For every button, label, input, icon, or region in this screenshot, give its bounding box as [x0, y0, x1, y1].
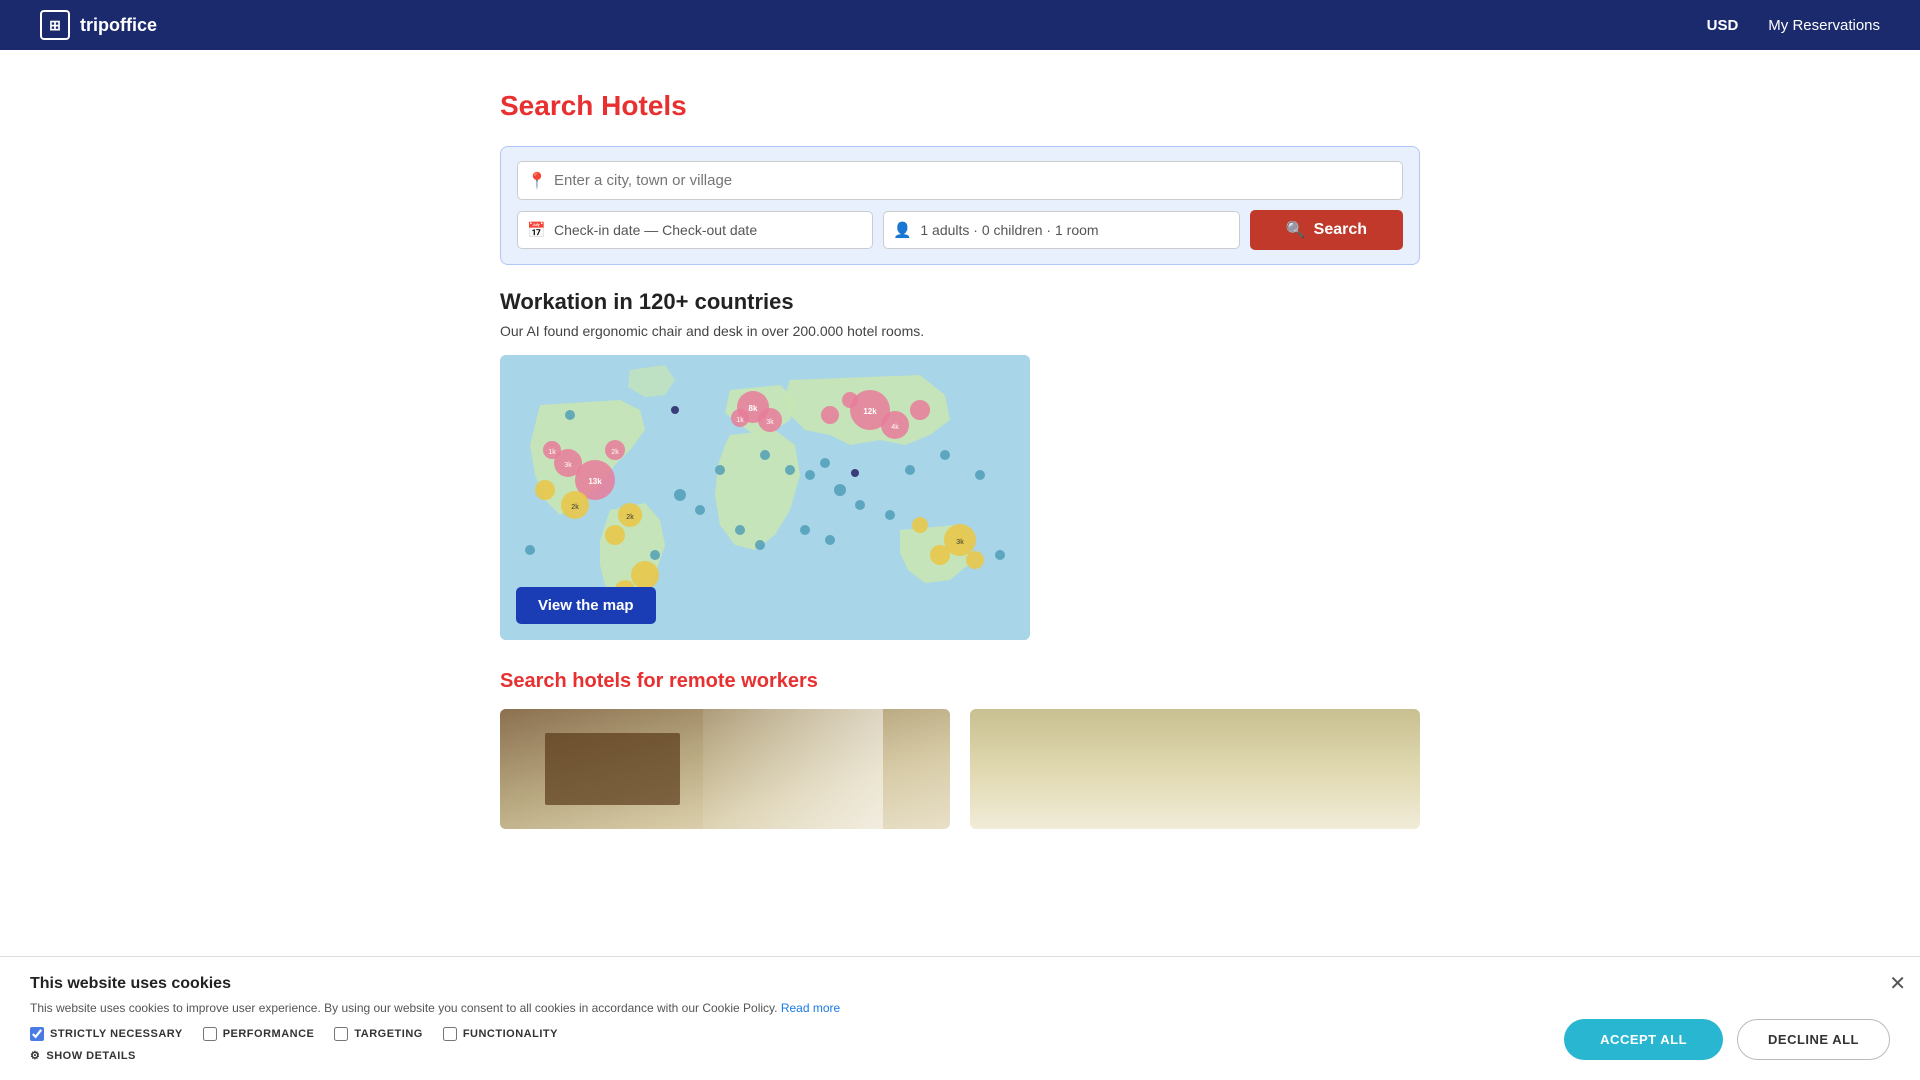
navbar: tripoffice USD My Reservations: [0, 0, 1920, 50]
logo-icon: [40, 10, 70, 40]
svg-text:2k: 2k: [626, 514, 634, 521]
svg-text:2k: 2k: [611, 449, 619, 456]
remote-section: Search hotels for remote workers: [500, 670, 1420, 829]
search-options-row: 📅 Check-in date — Check-out date 👤 1 adu…: [517, 210, 1403, 250]
cookie-checkbox-performance[interactable]: [203, 1027, 217, 1041]
hotel-cards: [500, 709, 1420, 829]
cookie-checkbox-targeting[interactable]: [334, 1027, 348, 1041]
location-row: 📍: [517, 161, 1403, 200]
navbar-right: USD My Reservations: [1707, 17, 1880, 34]
page-title: Search Hotels: [500, 90, 1420, 122]
decline-all-button[interactable]: DECLINE ALL: [1737, 1019, 1890, 1060]
svg-text:3k: 3k: [564, 462, 572, 469]
world-map[interactable]: 13k 3k 2k 1k 8k 3k 1k 12k 4k: [500, 355, 1030, 640]
cookie-description: This website uses cookies to improve use…: [30, 1001, 1890, 1015]
guests-wrapper: 👤 1 adults · 0 children · 1 room: [883, 211, 1239, 249]
search-icon: 🔍: [1286, 220, 1306, 240]
location-icon: 📍: [527, 171, 547, 191]
workation-title: Workation in 120+ countries: [500, 289, 1420, 315]
cookie-read-more[interactable]: Read more: [781, 1001, 840, 1015]
date-field[interactable]: Check-in date — Check-out date: [517, 211, 873, 249]
search-button[interactable]: 🔍 Search: [1250, 210, 1403, 250]
svg-text:8k: 8k: [749, 404, 758, 413]
reservations-link[interactable]: My Reservations: [1768, 17, 1880, 34]
cookie-close-button[interactable]: ✕: [1889, 971, 1906, 996]
view-map-button[interactable]: View the map: [516, 587, 656, 624]
calendar-icon: 📅: [527, 221, 546, 239]
cookie-checkbox-necessary[interactable]: [30, 1027, 44, 1041]
guests-field[interactable]: 1 adults · 0 children · 1 room: [883, 211, 1239, 249]
cookie-option-functionality[interactable]: FUNCTIONALITY: [443, 1027, 558, 1041]
svg-text:3k: 3k: [956, 539, 964, 546]
svg-text:2k: 2k: [571, 504, 579, 511]
currency-selector[interactable]: USD: [1707, 17, 1739, 34]
svg-text:1k: 1k: [548, 449, 556, 456]
svg-text:12k: 12k: [863, 407, 877, 416]
location-input[interactable]: [517, 161, 1403, 200]
search-box: 📍 📅 Check-in date — Check-out date 👤 1 a…: [500, 146, 1420, 265]
main-content: Search Hotels 📍 📅 Check-in date — Check-…: [480, 50, 1440, 829]
svg-text:13k: 13k: [588, 477, 602, 486]
search-header: Search Hotels: [500, 90, 1420, 122]
cookie-banner: ✕ This website uses cookies This website…: [0, 956, 1920, 1080]
remote-title: Search hotels for remote workers: [500, 670, 1420, 693]
cookie-actions: ACCEPT ALL DECLINE ALL: [1564, 1019, 1890, 1060]
hotel-card-1[interactable]: [500, 709, 950, 829]
svg-text:1k: 1k: [736, 417, 744, 424]
cookie-option-performance[interactable]: PERFORMANCE: [203, 1027, 315, 1041]
workation-description: Our AI found ergonomic chair and desk in…: [500, 323, 1420, 339]
cookie-option-necessary[interactable]: STRICTLY NECESSARY: [30, 1027, 183, 1041]
workation-section: Workation in 120+ countries Our AI found…: [500, 289, 1420, 640]
accept-all-button[interactable]: ACCEPT ALL: [1564, 1019, 1723, 1060]
hotel-card-2[interactable]: [970, 709, 1420, 829]
svg-text:3k: 3k: [766, 419, 774, 426]
person-icon: 👤: [893, 221, 912, 239]
cookie-option-targeting[interactable]: TARGETING: [334, 1027, 422, 1041]
cookie-checkbox-functionality[interactable]: [443, 1027, 457, 1041]
cookie-title: This website uses cookies: [30, 975, 1890, 993]
svg-text:4k: 4k: [891, 424, 899, 431]
brand-logo[interactable]: tripoffice: [40, 10, 157, 40]
brand-name: tripoffice: [80, 15, 157, 36]
gear-icon: ⚙: [30, 1049, 40, 1062]
date-wrapper: 📅 Check-in date — Check-out date: [517, 211, 873, 249]
location-wrapper: 📍: [517, 161, 1403, 200]
